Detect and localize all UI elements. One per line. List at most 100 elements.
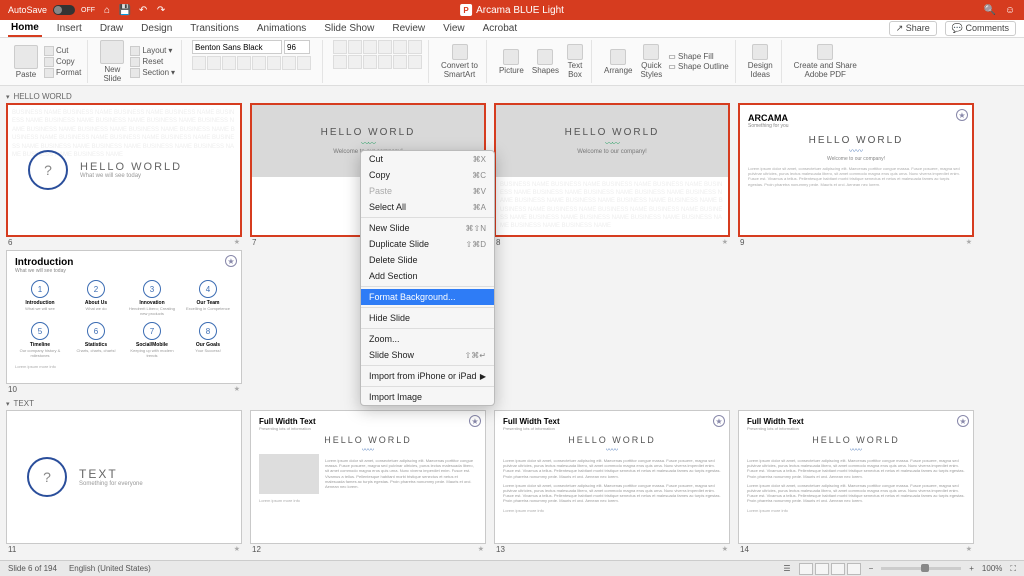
italic-button[interactable] [207, 56, 221, 70]
slide-8[interactable]: ★ BUSINESS NAME BUSINESS NAME BUSINESS N… [494, 103, 730, 237]
home-icon[interactable]: ⌂ [101, 4, 113, 16]
ctx-slideshow[interactable]: Slide Show⇧⌘↵ [361, 347, 494, 363]
align-right-button[interactable] [363, 55, 377, 69]
comments-button[interactable]: 💬 Comments [945, 21, 1016, 36]
ctx-duplicate-slide[interactable]: Duplicate Slide⇧⌘D [361, 236, 494, 252]
font-name-input[interactable] [192, 40, 282, 54]
line-spacing-button[interactable] [393, 40, 407, 54]
ctx-hide-slide[interactable]: Hide Slide [361, 310, 494, 326]
align-left-button[interactable] [333, 55, 347, 69]
font-size-input[interactable] [284, 40, 310, 54]
ctx-new-slide[interactable]: New Slide⌘⇧N [361, 220, 494, 236]
reset-button[interactable]: Reset [130, 57, 175, 67]
strike-button[interactable] [237, 56, 251, 70]
zoom-slider[interactable] [881, 567, 961, 570]
design-ideas-button[interactable]: Design Ideas [746, 42, 775, 81]
save-icon[interactable]: 💾 [119, 4, 131, 16]
tab-insert[interactable]: Insert [54, 21, 85, 36]
language-indicator[interactable]: English (United States) [69, 564, 151, 573]
tab-animations[interactable]: Animations [254, 21, 309, 36]
normal-view-button[interactable] [799, 563, 813, 575]
section-text[interactable]: TEXT [6, 397, 1018, 410]
zoom-in-button[interactable]: + [969, 564, 974, 573]
intro-cell: 4Our TeamExcelling in Competence [183, 280, 233, 316]
shape-fill-button[interactable]: Shape Fill [668, 52, 728, 61]
ctx-format-background[interactable]: Format Background... [361, 289, 494, 305]
ctx-import-ios[interactable]: Import from iPhone or iPad▶ [361, 368, 494, 384]
tab-review[interactable]: Review [389, 21, 428, 36]
align-text-button[interactable] [408, 55, 422, 69]
text-box-button[interactable]: Text Box [565, 42, 585, 81]
new-slide-button[interactable]: New Slide [98, 38, 126, 85]
tab-slideshow[interactable]: Slide Show [321, 21, 377, 36]
autosave-toggle[interactable] [53, 5, 75, 15]
reading-view-button[interactable] [831, 563, 845, 575]
slide-10[interactable]: ★ Introduction What we will see today 1I… [6, 250, 242, 384]
undo-icon[interactable]: ↶ [137, 4, 149, 16]
tab-transitions[interactable]: Transitions [187, 21, 242, 36]
ctx-add-section[interactable]: Add Section [361, 268, 494, 284]
slideshow-view-button[interactable] [847, 563, 861, 575]
align-center-button[interactable] [348, 55, 362, 69]
slide-11[interactable]: ? TEXT Something for everyone [6, 410, 242, 544]
slide-14[interactable]: ★ Full Width Text Presenting lots of inf… [738, 410, 974, 544]
bold-button[interactable] [192, 56, 206, 70]
slide-13[interactable]: ★ Full Width Text Presenting lots of inf… [494, 410, 730, 544]
ctx-zoom[interactable]: Zoom... [361, 331, 494, 347]
slide-6[interactable]: BUSINESS NAME BUSINESS NAME BUSINESS NAM… [6, 103, 242, 237]
columns-button[interactable] [393, 55, 407, 69]
slide-sorter[interactable]: HELLO WORLD BUSINESS NAME BUSINESS NAME … [0, 86, 1024, 566]
underline-button[interactable] [222, 56, 236, 70]
zoom-out-button[interactable]: − [869, 564, 874, 573]
quick-styles-button[interactable]: Quick Styles [638, 42, 664, 81]
format-painter-button[interactable]: Format [44, 68, 81, 78]
highlight-button[interactable] [282, 56, 296, 70]
ctx-cut[interactable]: Cut⌘X [361, 151, 494, 167]
user-icon[interactable]: ☺ [1004, 4, 1016, 16]
convert-smartart-button[interactable]: Convert to SmartArt [439, 42, 480, 81]
slide-9[interactable]: ★ ARCAMA Something for you HELLO WORLD 〰… [738, 103, 974, 237]
ctx-copy[interactable]: Copy⌘C [361, 167, 494, 183]
tab-home[interactable]: Home [8, 20, 42, 37]
fit-to-window-button[interactable]: ⛶ [1010, 564, 1016, 574]
section-button[interactable]: Section ▾ [130, 68, 175, 78]
animation-badge-icon: ★ [469, 415, 481, 427]
notes-button[interactable]: ☰ [783, 564, 790, 573]
shadow-button[interactable] [252, 56, 266, 70]
shapes-button[interactable]: Shapes [530, 47, 561, 77]
ctx-select-all[interactable]: Select All⌘A [361, 199, 494, 215]
ctx-delete-slide[interactable]: Delete Slide [361, 252, 494, 268]
intro-cell: 2About UsWhat we do [71, 280, 121, 316]
tab-design[interactable]: Design [138, 21, 175, 36]
tab-view[interactable]: View [440, 21, 468, 36]
picture-button[interactable]: Picture [497, 47, 526, 77]
search-icon[interactable]: 🔍 [984, 4, 996, 16]
shape-outline-button[interactable]: Shape Outline [668, 62, 728, 71]
font-color-button[interactable] [297, 56, 311, 70]
redo-icon[interactable]: ↷ [155, 4, 167, 16]
zoom-level[interactable]: 100% [982, 564, 1002, 573]
text-direction-button[interactable] [408, 40, 422, 54]
cut-button[interactable]: Cut [44, 46, 81, 56]
tab-acrobat[interactable]: Acrobat [480, 21, 520, 36]
adobe-pdf-button[interactable]: Create and Share Adobe PDF [792, 42, 859, 81]
indent-right-button[interactable] [378, 40, 392, 54]
layout-button[interactable]: Layout ▾ [130, 46, 175, 56]
ctx-import-image[interactable]: Import Image [361, 389, 494, 405]
indent-left-button[interactable] [363, 40, 377, 54]
slide-12[interactable]: ★ Full Width Text Presenting lots of inf… [250, 410, 486, 544]
sorter-view-button[interactable] [815, 563, 829, 575]
paste-button[interactable]: Paste [12, 43, 40, 81]
arrange-button[interactable]: Arrange [602, 47, 634, 77]
justify-button[interactable] [378, 55, 392, 69]
document-title: Arcama BLUE Light [476, 5, 564, 16]
spacing-button[interactable] [267, 56, 281, 70]
section-hello[interactable]: HELLO WORLD [6, 90, 1018, 103]
tab-draw[interactable]: Draw [97, 21, 126, 36]
numbering-button[interactable] [348, 40, 362, 54]
share-button[interactable]: ↗ Share [889, 21, 937, 36]
intro-cell: 8Our GoalsYour Success! [183, 322, 233, 358]
copy-button[interactable]: Copy [44, 57, 81, 67]
bullets-button[interactable] [333, 40, 347, 54]
slide-counter[interactable]: Slide 6 of 194 [8, 564, 57, 573]
